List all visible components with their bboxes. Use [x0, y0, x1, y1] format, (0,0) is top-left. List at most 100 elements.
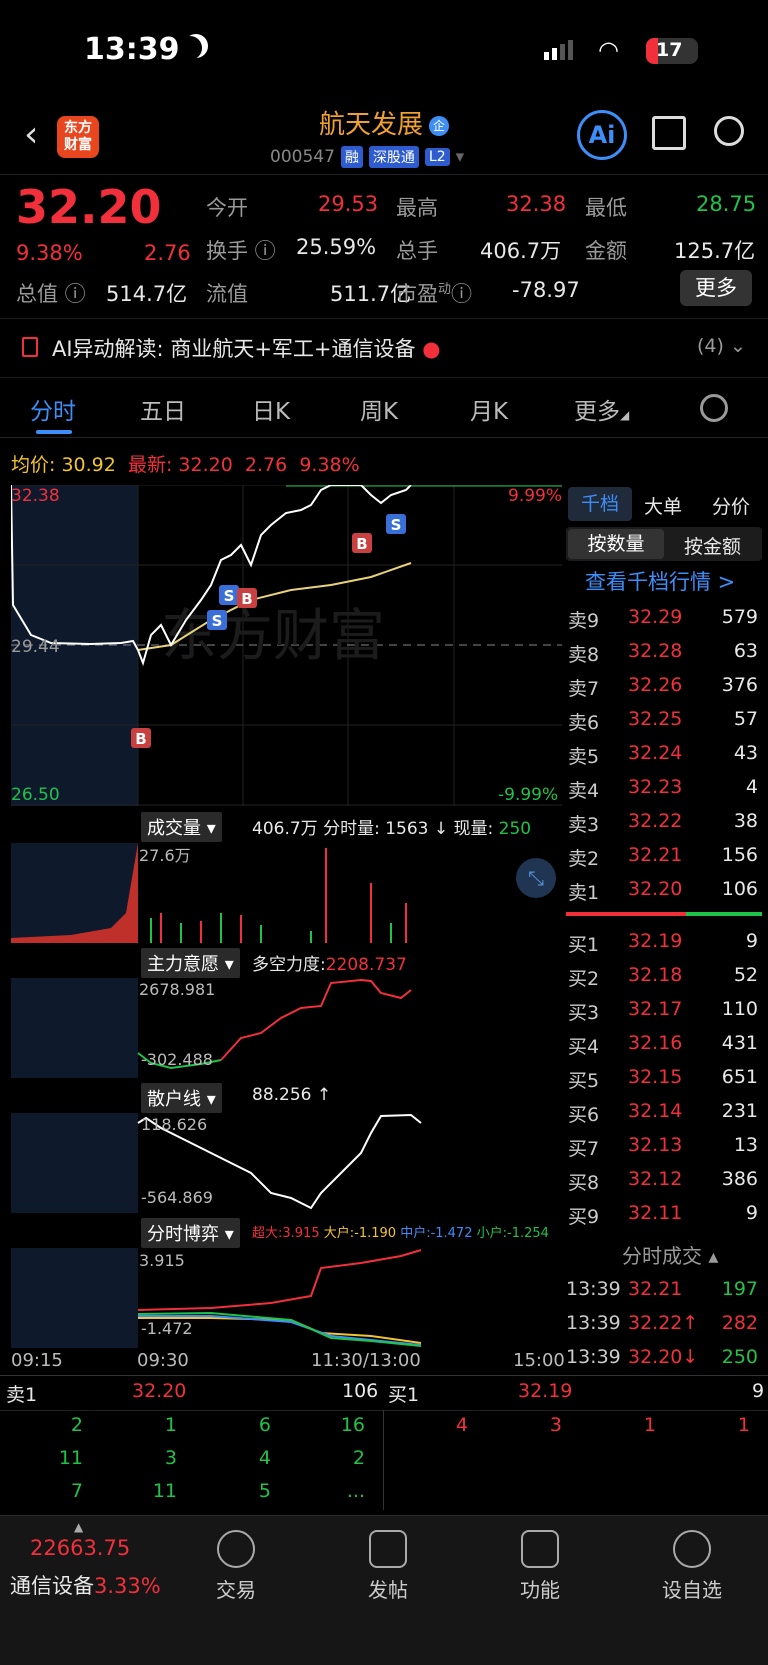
search-icon[interactable]: [714, 116, 744, 146]
tab-weekly[interactable]: 周K: [360, 392, 398, 426]
svg-text:东方财富: 东方财富: [161, 604, 385, 669]
intraday-price-chart[interactable]: 东方财富 32.38 29.44 26.50 9.99% -9.99% B S …: [11, 485, 562, 806]
queue-cell: 4: [455, 1414, 468, 1436]
settings-gear-icon[interactable]: [700, 394, 728, 422]
trades-title[interactable]: 分时成交 ▴: [622, 1240, 718, 1269]
order-book-row[interactable]: 卖2 32.21 156: [566, 840, 768, 874]
order-book-row[interactable]: 买4 32.16 431: [566, 1028, 768, 1062]
amount-label: 金额: [585, 239, 627, 263]
by-amount-button[interactable]: 按金额: [684, 532, 741, 559]
queue-cell: 4: [258, 1447, 271, 1469]
level-qty: 63: [733, 640, 758, 662]
level-price: 32.20: [628, 878, 683, 900]
trade-cell: 32.21: [628, 1278, 683, 1300]
order-book-row[interactable]: 买7 32.13 13: [566, 1130, 768, 1164]
trade-row: 13:39 32.21 197: [566, 1274, 766, 1308]
level-label: 买1: [568, 934, 600, 956]
current-price: 32.20: [16, 180, 162, 234]
level-qty: 231: [721, 1100, 758, 1122]
tab-intraday[interactable]: 分时: [30, 392, 76, 426]
signal-icon: [544, 40, 573, 60]
level-price: 32.18: [628, 964, 683, 986]
game-chart: 3.915 -1.472: [11, 1248, 422, 1348]
ai-assistant-button[interactable]: Ai: [577, 110, 627, 160]
level-label: 买5: [568, 1070, 600, 1092]
moon-icon: [178, 36, 202, 60]
tab-big-orders[interactable]: 大单: [644, 492, 682, 519]
tab-more[interactable]: 更多◢: [574, 392, 629, 426]
share-icon[interactable]: [652, 116, 686, 150]
level-price: 32.16: [628, 1032, 683, 1054]
status-bar: 13:39 ◠ 17: [0, 0, 768, 100]
index-value[interactable]: 22663.75: [30, 1536, 130, 1560]
more-button[interactable]: 更多: [680, 270, 752, 306]
order-book-row[interactable]: 卖4 32.23 4: [566, 772, 768, 806]
function-tab[interactable]: 功能: [480, 1530, 600, 1603]
order-book-row[interactable]: 买8 32.12 386: [566, 1164, 768, 1198]
level-price: 32.26: [628, 674, 683, 696]
order-book-row[interactable]: 买5 32.15 651: [566, 1062, 768, 1096]
view-depth-link[interactable]: 查看千档行情 >: [585, 566, 735, 596]
mcap-label: 总值 ⓘ: [16, 282, 86, 306]
post-tab[interactable]: 发帖: [328, 1530, 448, 1603]
order-book-row[interactable]: 卖6 32.25 57: [566, 704, 768, 738]
chart-low-label: 26.50: [11, 785, 60, 805]
order-book-row[interactable]: 买9 32.11 9: [566, 1198, 768, 1232]
level-qty: 9: [745, 1202, 758, 1224]
trades-panel: 分时成交 ▴ 13:39 32.21 197 13:39 32.22↑ 282 13:39 3…: [564, 1232, 768, 1382]
order-book-row[interactable]: 卖5 32.24 43: [566, 738, 768, 772]
tab-full-depth[interactable]: 千档: [568, 487, 632, 521]
level-label: 卖7: [568, 678, 600, 700]
level-label: 买4: [568, 1036, 600, 1058]
retail-line-chart: 118.626 -564.869: [11, 1113, 422, 1213]
order-book-row[interactable]: 卖3 32.22 38: [566, 806, 768, 840]
collapse-arrow-icon[interactable]: ▲: [74, 1520, 83, 1534]
queue-cell: 1: [737, 1414, 750, 1436]
level-price: 32.28: [628, 640, 683, 662]
tab-monthly[interactable]: 月K: [470, 392, 508, 426]
order-book-row[interactable]: 买6 32.14 231: [566, 1096, 768, 1130]
queue-cell: 2: [70, 1414, 83, 1436]
time-label: 09:30: [137, 1350, 189, 1371]
retail-panel-selector[interactable]: 散户线 ▾: [141, 1083, 222, 1113]
tab-5day[interactable]: 五日: [140, 392, 186, 426]
level-qty: 386: [721, 1168, 758, 1190]
trade-tab[interactable]: 交易: [176, 1530, 296, 1603]
order-book-row[interactable]: 卖8 32.28 63: [566, 636, 768, 670]
order-book-row[interactable]: 卖9 32.29 579: [566, 602, 768, 636]
grid-icon: [521, 1530, 559, 1568]
level-qty: 106: [721, 878, 758, 900]
tab-price-distribution[interactable]: 分价: [712, 492, 750, 519]
level-label: 卖9: [568, 610, 600, 632]
level-label: 卖8: [568, 644, 600, 666]
code-row[interactable]: 000547 融 深股通 L2 ▾: [270, 146, 464, 168]
book-tabs: 千档 大单 分价: [566, 487, 768, 523]
tab-daily[interactable]: 日K: [252, 392, 290, 426]
index-name[interactable]: 通信设备3.33%: [10, 1570, 161, 1600]
yen-icon: [217, 1530, 255, 1568]
expand-icon[interactable]: ⤡: [516, 858, 556, 898]
level-qty: 376: [721, 674, 758, 696]
l1-sell-label: 卖1: [6, 1384, 38, 1406]
order-book-row[interactable]: 买2 32.18 52: [566, 960, 768, 994]
level-price: 32.25: [628, 708, 683, 730]
volume-chart: 27.6万: [11, 843, 407, 943]
svg-text:B: B: [241, 590, 252, 608]
by-quantity-button[interactable]: 按数量: [568, 529, 664, 559]
status-time: 13:39: [84, 32, 180, 67]
order-book-row[interactable]: 卖1 32.20 106: [566, 874, 768, 908]
queue-cell: 7: [70, 1480, 83, 1502]
retail-bottom-label: -564.869: [141, 1188, 213, 1207]
main-force-panel-selector[interactable]: 主力意愿 ▾: [141, 948, 240, 978]
add-watchlist-tab[interactable]: 设自选: [632, 1530, 752, 1603]
order-book-row[interactable]: 卖7 32.26 376: [566, 670, 768, 704]
order-book-row[interactable]: 买3 32.17 110: [566, 994, 768, 1028]
level-price: 32.29: [628, 606, 683, 628]
volume-info: 406.7万 分时量: 1563 ↓ 现量: 250: [252, 819, 532, 839]
pe-value: -78.97: [512, 278, 580, 302]
order-book-row[interactable]: 买1 32.19 9: [566, 926, 768, 960]
volume-label: 总手: [396, 239, 438, 263]
ai-insight-bar[interactable]: AI异动解读: 商业航天+军工+通信设备 ● (4) ⌄: [0, 318, 768, 378]
game-panel-selector[interactable]: 分时博弈 ▾: [141, 1218, 240, 1248]
volume-panel-selector[interactable]: 成交量 ▾: [141, 812, 222, 842]
